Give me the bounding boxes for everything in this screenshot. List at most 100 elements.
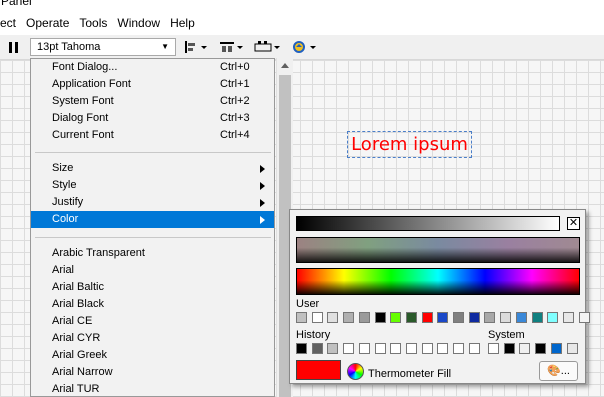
- menu-item-font[interactable]: Arial TUR: [31, 381, 274, 396]
- menu-item-font[interactable]: Arial Baltic: [31, 279, 274, 296]
- menu-item-font[interactable]: Arial: [31, 262, 274, 279]
- menu-item-color[interactable]: Color: [31, 211, 274, 228]
- menu-window[interactable]: Window: [112, 16, 165, 30]
- user-color-swatch[interactable]: [562, 312, 574, 323]
- menu-item-font-dialog[interactable]: Font Dialog... Ctrl+0: [31, 59, 274, 76]
- font-select-value: 13pt Tahoma: [37, 41, 101, 53]
- palette-icon: 🎨: [547, 365, 561, 377]
- menu-item-font[interactable]: Arial Black: [31, 296, 274, 313]
- shortcut-text: Ctrl+3: [220, 112, 250, 124]
- system-color-swatch[interactable]: [535, 343, 547, 354]
- resize-objects-icon[interactable]: [254, 39, 282, 55]
- menu-item-application-font[interactable]: Application Font Ctrl+1: [31, 76, 274, 93]
- system-color-swatch[interactable]: [503, 343, 515, 354]
- user-color-swatch[interactable]: [437, 312, 449, 323]
- menu-item-font[interactable]: Arial CE: [31, 313, 274, 330]
- user-color-swatch[interactable]: [405, 312, 417, 323]
- menu-item-font[interactable]: Arabic Transparent: [31, 245, 274, 262]
- user-color-swatch[interactable]: [531, 312, 543, 323]
- window-title: Panel: [1, 0, 32, 8]
- history-color-swatch[interactable]: [358, 343, 370, 354]
- window-title-bar: Panel: [0, 0, 604, 10]
- distribute-objects-icon[interactable]: [219, 39, 245, 55]
- menu-item-label: Dialog Font: [52, 112, 109, 124]
- history-color-swatch[interactable]: [421, 343, 433, 354]
- user-color-swatch[interactable]: [358, 312, 370, 323]
- user-color-swatch[interactable]: [484, 312, 496, 323]
- menu-item-font[interactable]: Arial Narrow: [31, 364, 274, 381]
- history-color-swatch[interactable]: [468, 343, 480, 354]
- align-objects-icon[interactable]: [184, 39, 210, 55]
- color-wheel-icon[interactable]: [347, 363, 364, 380]
- submenu-arrow-icon: [260, 165, 265, 173]
- selected-color-label: Thermometer Fill: [368, 368, 452, 380]
- menu-separator: [35, 152, 271, 153]
- menu-item-label: Current Font: [52, 129, 114, 141]
- menu-item-font[interactable]: Arial CYR: [31, 330, 274, 347]
- more-colors-label: ...: [560, 365, 570, 377]
- user-color-swatch[interactable]: [296, 312, 307, 323]
- text-label[interactable]: Lorem ipsum: [347, 131, 472, 158]
- history-colors-label: History: [296, 329, 331, 341]
- user-color-swatch[interactable]: [327, 312, 339, 323]
- user-color-swatch[interactable]: [390, 312, 402, 323]
- hue-color-ramp[interactable]: [296, 268, 580, 295]
- menu-item-justify[interactable]: Justify: [31, 194, 274, 211]
- system-color-swatch[interactable]: [550, 343, 562, 354]
- menu-item-system-font[interactable]: System Font Ctrl+2: [31, 93, 274, 110]
- menu-item-label: Application Font: [52, 78, 131, 90]
- menu-separator: [35, 237, 271, 238]
- shortcut-text: Ctrl+4: [220, 129, 250, 141]
- history-color-swatch[interactable]: [437, 343, 449, 354]
- user-color-swatch[interactable]: [515, 312, 527, 323]
- menu-item-style[interactable]: Style: [31, 177, 274, 194]
- menu-operate[interactable]: Operate: [21, 16, 74, 30]
- user-color-swatch[interactable]: [453, 312, 464, 323]
- history-color-swatch[interactable]: [311, 343, 323, 354]
- menu-item-font[interactable]: Arial Greek: [31, 347, 274, 364]
- menu-help[interactable]: Help: [165, 16, 200, 30]
- grayscale-ramp[interactable]: [296, 216, 560, 231]
- transparent-color-icon[interactable]: ✕: [567, 217, 580, 230]
- shortcut-text: Ctrl+0: [220, 61, 250, 73]
- menu-item-dialog-font[interactable]: Dialog Font Ctrl+3: [31, 110, 274, 127]
- shortcut-text: Ctrl+2: [220, 95, 250, 107]
- pause-icon[interactable]: [9, 42, 19, 53]
- muted-color-ramp[interactable]: [296, 237, 580, 263]
- menu-edit[interactable]: ect: [0, 16, 21, 30]
- font-menu: Font Dialog... Ctrl+0 Application Font Ctr…: [30, 58, 275, 397]
- user-color-swatch[interactable]: [374, 312, 386, 323]
- menu-item-current-font[interactable]: Current Font Ctrl+4: [31, 127, 274, 144]
- shortcut-text: Ctrl+1: [220, 78, 250, 90]
- user-color-swatch[interactable]: [311, 312, 323, 323]
- scroll-up-icon[interactable]: [281, 63, 289, 68]
- user-color-swatch[interactable]: [547, 312, 559, 323]
- history-color-swatch[interactable]: [343, 343, 355, 354]
- history-color-swatch[interactable]: [374, 343, 386, 354]
- user-color-swatch[interactable]: [421, 312, 433, 323]
- history-color-swatch[interactable]: [296, 343, 307, 354]
- menu-bar: ect Operate Tools Window Help: [0, 10, 604, 35]
- user-color-swatch[interactable]: [468, 312, 480, 323]
- menu-item-label: Size: [52, 162, 74, 174]
- system-color-swatch[interactable]: [519, 343, 531, 354]
- history-color-swatch[interactable]: [327, 343, 339, 354]
- selected-color-swatch[interactable]: [296, 360, 341, 380]
- menu-item-size[interactable]: Size: [31, 160, 274, 177]
- menu-item-label: Font Dialog...: [52, 61, 118, 73]
- more-colors-button[interactable]: 🎨...: [539, 361, 578, 381]
- history-color-swatch[interactable]: [453, 343, 464, 354]
- menu-item-label: System Font: [52, 95, 114, 107]
- user-color-swatch[interactable]: [500, 312, 512, 323]
- reorder-icon[interactable]: [292, 39, 318, 55]
- font-select[interactable]: 13pt Tahoma ▼: [30, 38, 176, 56]
- history-color-swatch[interactable]: [390, 343, 402, 354]
- system-color-swatch[interactable]: [488, 343, 499, 354]
- submenu-arrow-icon: [260, 182, 265, 190]
- system-color-swatch[interactable]: [566, 343, 578, 354]
- history-color-swatch[interactable]: [405, 343, 417, 354]
- menu-item-label: Style: [52, 179, 77, 191]
- menu-tools[interactable]: Tools: [74, 16, 112, 30]
- user-color-swatch[interactable]: [578, 312, 590, 323]
- user-color-swatch[interactable]: [343, 312, 355, 323]
